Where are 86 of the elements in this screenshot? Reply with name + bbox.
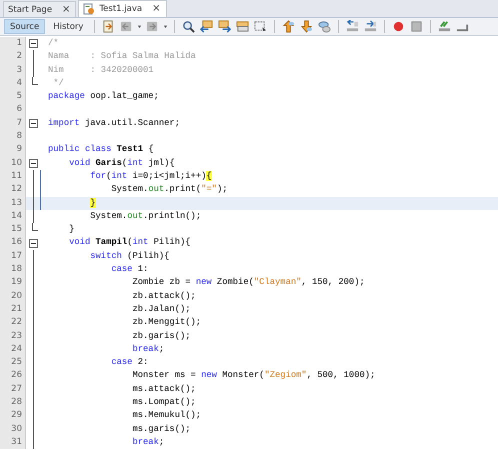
shift-left-icon[interactable]: [346, 20, 360, 33]
line-number: 13: [0, 196, 26, 210]
up-arrow-icon[interactable]: [282, 20, 296, 33]
file-tab[interactable]: Test1.java ×: [78, 0, 166, 17]
view-tab[interactable]: Source: [4, 19, 46, 34]
find-next-icon[interactable]: [218, 20, 232, 33]
code-line: */: [52, 76, 64, 90]
code-line: for(int i=0;i<jml;i++){: [89, 170, 212, 183]
line-number: 22: [0, 316, 26, 330]
code-line: System.out.println();: [89, 210, 202, 223]
line-number: 9: [0, 143, 26, 157]
line-number: 16: [0, 236, 26, 250]
selection-icon[interactable]: [254, 20, 268, 33]
line-number: 25: [0, 356, 26, 370]
close-button[interactable]: ×: [62, 4, 70, 14]
line-number: 29: [0, 409, 26, 423]
code-line: public class Test1 {: [48, 143, 154, 156]
record-icon[interactable]: [392, 20, 406, 33]
code-line: zb.Jalan();: [131, 302, 191, 316]
line-number: 31: [0, 436, 26, 450]
line-number: 8: [0, 130, 26, 144]
caret-icon[interactable]: [137, 24, 142, 29]
code-line: void Tampil(int Pilih){: [68, 236, 191, 250]
code-line: ms.attack();: [131, 382, 196, 396]
code-line: ms.Memukul();: [131, 409, 202, 422]
collapse-icon[interactable]: [28, 238, 38, 248]
line-number: 15: [0, 223, 26, 236]
code-line: zb.garis();: [131, 330, 191, 343]
line-number: 14: [0, 210, 26, 224]
line-number: 17: [0, 250, 26, 264]
code-line: System.out.print("=");: [110, 183, 228, 196]
line-number: 12: [0, 183, 26, 197]
find-previous-icon[interactable]: [200, 20, 214, 33]
code-line: package oop.lat_game;: [48, 90, 159, 104]
code-line: case 2:: [110, 356, 148, 370]
line-number: 6: [0, 103, 26, 117]
shift-right-icon[interactable]: [364, 20, 378, 33]
code-line: switch (Pilih){: [89, 250, 170, 263]
caret-icon[interactable]: [163, 24, 168, 29]
code-line: break;: [131, 342, 164, 356]
code-line: Nim : 3420200001: [48, 64, 154, 77]
line-number: 20: [0, 290, 26, 303]
line-number: 30: [0, 422, 26, 436]
code-line: case 1:: [110, 263, 148, 276]
search-icon[interactable]: [182, 20, 196, 33]
line-number: 21: [0, 302, 26, 316]
line-number: 1: [0, 37, 26, 50]
java-file-icon: [83, 3, 96, 15]
code-line: zb.Menggit();: [131, 316, 202, 330]
code-line: /*: [48, 37, 59, 50]
code-line: Nama : Sofia Salma Halida: [48, 50, 196, 64]
line-number: 2: [0, 50, 26, 64]
close-button[interactable]: ×: [152, 4, 160, 14]
code-line: ms.Lompat();: [131, 396, 196, 410]
collapse-icon[interactable]: [28, 158, 38, 168]
collapse-icon[interactable]: [28, 39, 38, 48]
line-number: 3: [0, 64, 26, 77]
line-number: 18: [0, 263, 26, 276]
line-number: 5: [0, 90, 26, 104]
file-tab[interactable]: Start Page ×: [3, 1, 76, 17]
line-number: 10: [0, 156, 26, 170]
line-number: 26: [0, 369, 26, 383]
line-number: 23: [0, 330, 26, 343]
line-number: 27: [0, 382, 26, 396]
document-icon[interactable]: [102, 20, 116, 33]
forward-icon[interactable]: [146, 20, 160, 33]
down-arrow-icon[interactable]: [300, 20, 314, 33]
code-line: Monster ms = new Monster("Zegiom", 500, 1000);: [131, 369, 376, 382]
line-number: 19: [0, 276, 26, 290]
code-line: zb.attack();: [131, 290, 196, 303]
code-line: }: [68, 223, 74, 236]
code-line: ms.garis();: [131, 422, 191, 436]
code-line: import java.util.Scanner;: [48, 116, 180, 130]
line-number: 11: [0, 170, 26, 184]
toggle-highlight-icon[interactable]: [236, 20, 250, 33]
line-number: 28: [0, 396, 26, 410]
code-line: break;: [131, 436, 164, 449]
line-number: 7: [0, 116, 26, 130]
line-number: 4: [0, 76, 26, 90]
code-line: void Garis(int jml){: [68, 156, 175, 170]
view-tab[interactable]: History: [48, 19, 88, 34]
code-line: Zombie zb = new Zombie("Clayman", 150, 200);: [131, 276, 365, 290]
collapse-icon[interactable]: [28, 118, 38, 128]
stop-icon[interactable]: [410, 20, 424, 33]
line-number: 24: [0, 342, 26, 356]
back-icon[interactable]: [120, 20, 134, 33]
